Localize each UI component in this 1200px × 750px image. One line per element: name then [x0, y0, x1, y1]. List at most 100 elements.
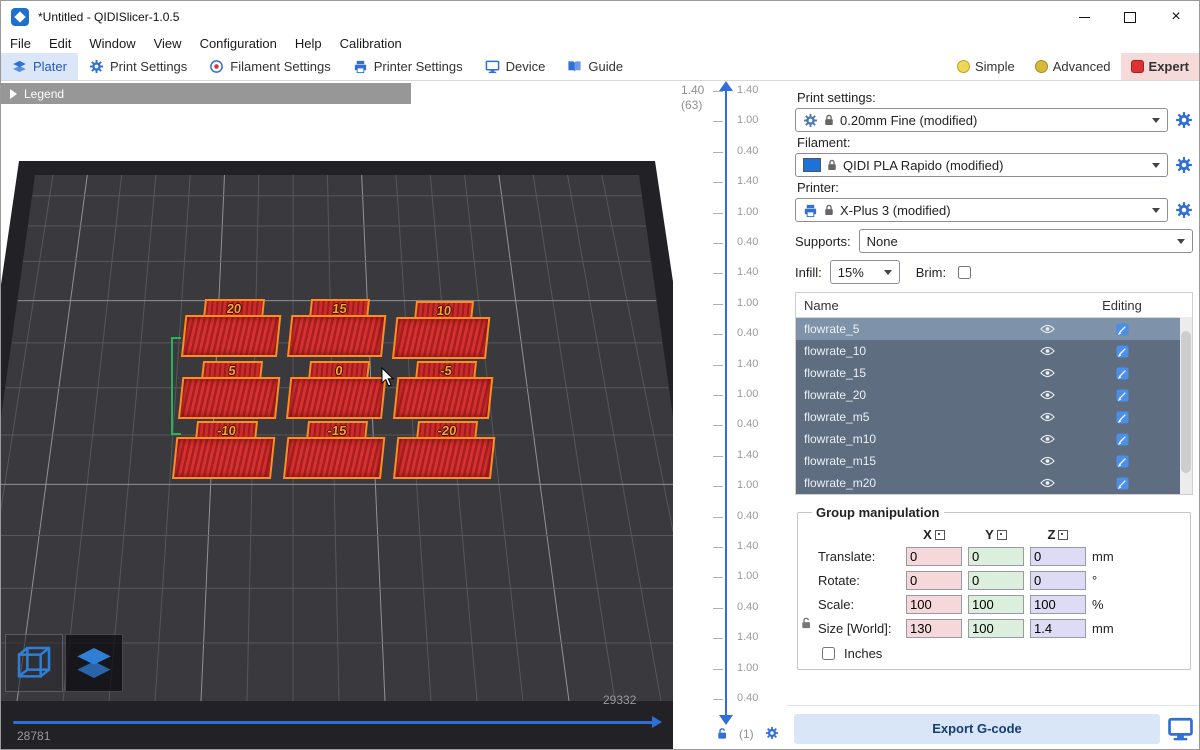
- object-row[interactable]: flowrate_15: [796, 362, 1192, 384]
- tab-printer-settings[interactable]: Printer Settings: [342, 53, 474, 80]
- edit-icon[interactable]: [1116, 411, 1129, 424]
- scrollbar-thumb[interactable]: [1181, 331, 1191, 473]
- size-unit: mm: [1092, 621, 1118, 636]
- layer-tick: [713, 547, 723, 548]
- print-object[interactable]: 0: [286, 361, 388, 419]
- edit-icon[interactable]: [1116, 345, 1129, 358]
- menu-window[interactable]: Window: [80, 36, 144, 51]
- maximize-button[interactable]: [1107, 1, 1153, 33]
- menu-calibration[interactable]: Calibration: [331, 36, 411, 51]
- rotate-y-input[interactable]: [968, 571, 1024, 590]
- editor-view-button[interactable]: [5, 634, 63, 692]
- object-list-scrollbar[interactable]: [1180, 317, 1192, 494]
- supports-combo[interactable]: None: [859, 229, 1193, 253]
- object-row[interactable]: flowrate_5: [796, 318, 1192, 340]
- tab-plater[interactable]: Plater: [1, 53, 78, 80]
- print-object[interactable]: -5: [393, 361, 495, 419]
- eye-icon[interactable]: [1040, 456, 1055, 466]
- printer-combo[interactable]: X-Plus 3 (modified): [795, 198, 1168, 222]
- tab-filament-settings[interactable]: Filament Settings: [198, 53, 341, 80]
- print-object[interactable]: 20: [181, 299, 283, 357]
- menu-view[interactable]: View: [145, 36, 191, 51]
- rotate-z-input[interactable]: [1030, 571, 1086, 590]
- inches-checkbox[interactable]: [822, 647, 835, 660]
- rotate-x-input[interactable]: [906, 571, 962, 590]
- object-row[interactable]: flowrate_m5: [796, 406, 1192, 428]
- export-gcode-button[interactable]: Export G-code: [794, 714, 1160, 744]
- edit-icon[interactable]: [1116, 367, 1129, 380]
- edit-icon[interactable]: [1116, 323, 1129, 336]
- layer-slider-track[interactable]: [725, 91, 727, 715]
- legend-header[interactable]: Legend: [1, 83, 411, 104]
- tab-device[interactable]: Device: [474, 53, 557, 80]
- print-settings-gear-button[interactable]: [1175, 111, 1193, 129]
- menu-edit[interactable]: Edit: [40, 36, 80, 51]
- layer-tick-label: 0.40: [737, 327, 758, 339]
- edit-icon[interactable]: [1116, 433, 1129, 446]
- eye-icon[interactable]: [1040, 412, 1055, 422]
- eye-icon[interactable]: [1040, 434, 1055, 444]
- minimize-button[interactable]: [1061, 1, 1107, 33]
- scale-y-input[interactable]: [968, 595, 1024, 614]
- preview-view-button[interactable]: [65, 634, 123, 692]
- translate-x-input[interactable]: [906, 547, 962, 566]
- slider-settings-gear-icon[interactable]: [765, 726, 779, 740]
- translate-y-input[interactable]: [968, 547, 1024, 566]
- mode-advanced[interactable]: Advanced: [1025, 53, 1121, 80]
- slider-lock-icon[interactable]: [717, 727, 729, 740]
- print-object[interactable]: 15: [287, 299, 388, 357]
- menu-help[interactable]: Help: [286, 36, 331, 51]
- print-settings-combo[interactable]: 0.20mm Fine (modified): [795, 108, 1168, 132]
- close-button[interactable]: ×: [1153, 1, 1199, 33]
- filament-combo[interactable]: QIDI PLA Rapido (modified): [795, 153, 1168, 177]
- print-object[interactable]: -15: [283, 421, 387, 479]
- eye-icon[interactable]: [1040, 478, 1055, 488]
- object-body: [393, 377, 493, 419]
- object-row[interactable]: flowrate_20: [796, 384, 1192, 406]
- object-row[interactable]: flowrate_m10: [796, 428, 1192, 450]
- object-row[interactable]: flowrate_10: [796, 340, 1192, 362]
- layer-slider-upper-thumb[interactable]: [719, 81, 733, 91]
- edit-icon[interactable]: [1116, 477, 1129, 490]
- translate-z-input[interactable]: [1030, 547, 1086, 566]
- layer-tick-label: 1.00: [737, 479, 758, 491]
- infill-combo[interactable]: 15%: [830, 260, 900, 284]
- object-row[interactable]: flowrate_m20: [796, 472, 1192, 494]
- edit-icon[interactable]: [1116, 455, 1129, 468]
- print-object[interactable]: 10: [392, 301, 492, 359]
- mode-expert[interactable]: Expert: [1121, 53, 1199, 80]
- uniform-scale-lock-icon[interactable]: [801, 616, 813, 630]
- eye-icon[interactable]: [1040, 368, 1055, 378]
- layer-slider-lower-thumb[interactable]: [719, 715, 733, 725]
- brim-checkbox[interactable]: [958, 266, 971, 279]
- filament-value: QIDI PLA Rapido (modified): [843, 158, 1146, 173]
- scale-z-input[interactable]: [1030, 595, 1086, 614]
- mode-simple[interactable]: Simple: [947, 53, 1025, 80]
- send-to-printer-icon[interactable]: [1167, 715, 1194, 742]
- edit-icon[interactable]: [1116, 389, 1129, 402]
- horizontal-move-slider[interactable]: [13, 721, 653, 724]
- menu-file[interactable]: File: [1, 36, 40, 51]
- print-object[interactable]: -10: [172, 421, 277, 479]
- scale-x-input[interactable]: [906, 595, 962, 614]
- eye-icon[interactable]: [1040, 346, 1055, 356]
- tab-print-settings[interactable]: Print Settings: [78, 53, 198, 80]
- tab-guide[interactable]: Guide: [556, 53, 634, 80]
- size-x-input[interactable]: [906, 619, 962, 638]
- print-object[interactable]: -20: [393, 421, 497, 479]
- eye-icon[interactable]: [1040, 324, 1055, 334]
- layer-tick: [713, 395, 723, 396]
- menu-configuration[interactable]: Configuration: [191, 36, 286, 51]
- object-row[interactable]: flowrate_m15: [796, 450, 1192, 472]
- object-name: flowrate_15: [796, 366, 1030, 380]
- size-y-input[interactable]: [968, 619, 1024, 638]
- eye-icon[interactable]: [1040, 390, 1055, 400]
- print-object[interactable]: 5: [178, 361, 282, 419]
- viewport-3d[interactable]: Legend 20 15 10 5 0 -5 -10: [1, 81, 673, 750]
- filament-gear-button[interactable]: [1175, 156, 1193, 174]
- size-z-input[interactable]: [1030, 619, 1086, 638]
- gear-icon: [803, 113, 818, 128]
- device-icon: [485, 59, 500, 74]
- layer-tick-label: 0.40: [737, 236, 758, 248]
- printer-gear-button[interactable]: [1175, 201, 1193, 219]
